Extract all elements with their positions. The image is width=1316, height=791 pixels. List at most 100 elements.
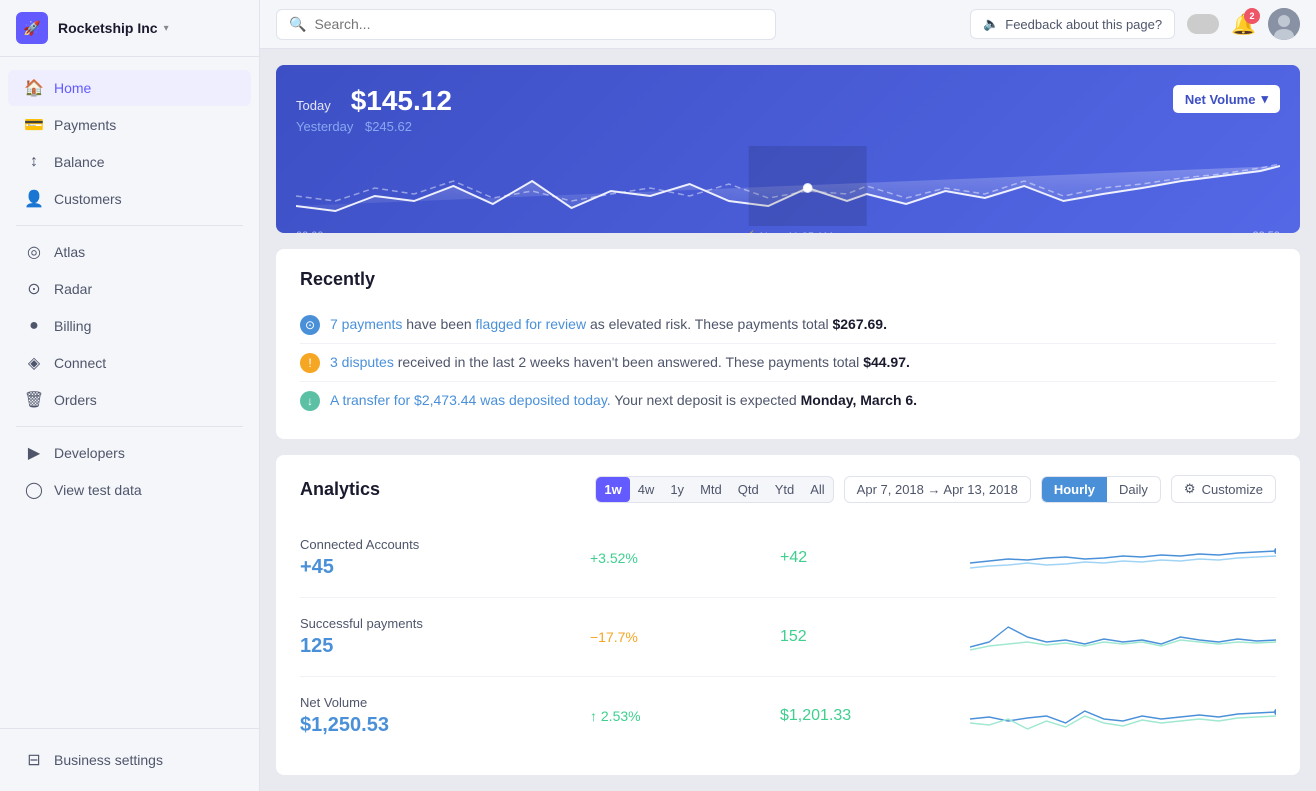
recently-card: Recently ⊙ 7 payments have been flagged …: [276, 249, 1300, 439]
chart-yesterday-label: Yesterday: [296, 119, 353, 134]
metric-info: Successful payments 125: [300, 616, 580, 658]
metric-info: Connected Accounts +45: [300, 537, 580, 579]
theme-toggle[interactable]: [1187, 14, 1219, 34]
metric-value: 125: [300, 635, 580, 658]
sidebar-item-billing[interactable]: ● Billing: [8, 308, 251, 344]
metric-prev: 152: [780, 628, 960, 646]
recently-item-disputes: ! 3 disputes received in the last 2 week…: [300, 343, 1276, 381]
home-icon: 🏠: [24, 78, 44, 98]
content-area: Today $145.12 Yesterday $245.62 Net Volu…: [260, 49, 1316, 791]
sidebar-item-label: Connect: [54, 355, 106, 371]
metric-label: Connected Accounts: [300, 537, 580, 552]
disputes-link[interactable]: 3 disputes: [330, 354, 394, 370]
period-all-button[interactable]: All: [802, 477, 832, 502]
sidebar-item-label: Billing: [54, 318, 91, 334]
recently-item-text: 7 payments have been flagged for review …: [330, 314, 887, 335]
customize-button[interactable]: ⚙ Customize: [1171, 475, 1276, 503]
transfer-icon: ↓: [300, 391, 320, 411]
sidebar-item-label: Home: [54, 80, 91, 96]
hourly-button[interactable]: Hourly: [1042, 477, 1107, 502]
chart-times: 00:00 ⚡ Now, 11:35 AM 23:59: [296, 230, 1280, 233]
date-range-label: Apr 7, 2018 → Apr 13, 2018: [857, 482, 1018, 497]
sidebar-item-home[interactable]: 🏠 Home: [8, 70, 251, 106]
search-box[interactable]: 🔍: [276, 9, 776, 40]
main-content: 🔍 🔈 Feedback about this page? 🔔 2: [260, 0, 1316, 791]
flagged-review-link[interactable]: flagged for review: [476, 316, 587, 332]
payments-link[interactable]: 7 payments: [330, 316, 402, 332]
payments-flagged-icon: ⊙: [300, 315, 320, 335]
period-ytd-button[interactable]: Ytd: [767, 477, 803, 502]
daily-button[interactable]: Daily: [1107, 477, 1160, 502]
recently-item-text: 3 disputes received in the last 2 weeks …: [330, 352, 910, 373]
sidebar-item-label: Radar: [54, 281, 92, 297]
chart-today-amount: $145.12: [351, 85, 452, 117]
sidebar-item-orders[interactable]: 🗑 Orders: [8, 382, 251, 418]
recently-item-payments: ⊙ 7 payments have been flagged for revie…: [300, 306, 1276, 343]
payments-chart-svg: [970, 612, 1276, 662]
sidebar-item-balance[interactable]: ↕ Balance: [8, 144, 251, 180]
customers-icon: 👤: [24, 189, 44, 209]
metric-label: Net Volume: [300, 695, 580, 710]
sidebar-item-view-test[interactable]: ◯ View test data: [8, 472, 251, 508]
sidebar-item-label: Balance: [54, 154, 105, 170]
sidebar-item-label: Atlas: [54, 244, 85, 260]
period-1y-button[interactable]: 1y: [662, 477, 692, 502]
topbar-right: 🔈 Feedback about this page? 🔔 2: [970, 8, 1300, 40]
sidebar-bottom: ⊟ Business settings: [0, 728, 259, 791]
sidebar-item-customers[interactable]: 👤 Customers: [8, 181, 251, 217]
chart-yesterday-amount: $245.62: [365, 119, 412, 134]
metric-row-connected: Connected Accounts +45 +3.52% +42: [300, 519, 1276, 598]
recently-item-text: A transfer for $2,473.44 was deposited t…: [330, 390, 917, 411]
chart-time-start: 00:00: [296, 230, 324, 233]
chart-time-now: ⚡ Now, 11:35 AM: [743, 230, 833, 233]
sidebar-item-atlas[interactable]: ◎ Atlas: [8, 234, 251, 270]
atlas-icon: ◎: [24, 242, 44, 262]
sidebar-item-business[interactable]: ⊟ Business settings: [8, 742, 251, 778]
feedback-label: Feedback about this page?: [1005, 17, 1162, 32]
chart-time-end: 23:59: [1252, 230, 1280, 233]
sidebar-item-label: Orders: [54, 392, 97, 408]
sidebar-nav: 🏠 Home 💳 Payments ↕ Balance 👤 Customers …: [0, 57, 259, 728]
sidebar-item-label: View test data: [54, 482, 142, 498]
feedback-button[interactable]: 🔈 Feedback about this page?: [970, 9, 1175, 39]
sidebar-item-developers[interactable]: ▶ Developers: [8, 435, 251, 471]
transfer-link[interactable]: A transfer for $2,473.44 was deposited t…: [330, 392, 611, 408]
net-volume-button[interactable]: Net Volume ▾: [1173, 85, 1280, 113]
chart-header: Today $145.12 Yesterday $245.62 Net Volu…: [296, 85, 1280, 134]
search-icon: 🔍: [289, 16, 306, 33]
search-input[interactable]: [314, 16, 763, 32]
hourly-daily-toggle: Hourly Daily: [1041, 476, 1161, 503]
revenue-chart-svg: [296, 146, 1280, 226]
analytics-controls: 1w 4w 1y Mtd Qtd Ytd All Apr 7, 2018 → A…: [595, 475, 1276, 503]
payments-icon: 💳: [24, 115, 44, 135]
sidebar-item-radar[interactable]: ⊙ Radar: [8, 271, 251, 307]
toggle-icon: ◯: [24, 480, 44, 500]
metric-change: −17.7%: [590, 629, 770, 645]
avatar[interactable]: [1268, 8, 1300, 40]
period-1w-button[interactable]: 1w: [596, 477, 629, 502]
orders-icon: 🗑: [24, 390, 44, 410]
notifications-button[interactable]: 🔔 2: [1231, 12, 1256, 37]
business-icon: ⊟: [24, 750, 44, 770]
balance-icon: ↕: [24, 152, 44, 172]
period-qtd-button[interactable]: Qtd: [730, 477, 767, 502]
metric-chart-payments: [970, 612, 1276, 662]
sidebar-item-label: Customers: [54, 191, 122, 207]
metric-label: Successful payments: [300, 616, 580, 631]
notifications-badge: 2: [1244, 8, 1260, 24]
company-logo: 🚀: [16, 12, 48, 44]
metric-change: +3.52%: [590, 550, 770, 566]
period-selector: 1w 4w 1y Mtd Qtd Ytd All: [595, 476, 833, 503]
recently-item-transfer: ↓ A transfer for $2,473.44 was deposited…: [300, 381, 1276, 419]
topbar: 🔍 🔈 Feedback about this page? 🔔 2: [260, 0, 1316, 49]
date-range-selector[interactable]: Apr 7, 2018 → Apr 13, 2018: [844, 476, 1031, 503]
sidebar-item-connect[interactable]: ◈ Connect: [8, 345, 251, 381]
chart-today-label: Today: [296, 98, 331, 113]
period-4w-button[interactable]: 4w: [630, 477, 663, 502]
connect-icon: ◈: [24, 353, 44, 373]
radar-icon: ⊙: [24, 279, 44, 299]
sidebar-item-payments[interactable]: 💳 Payments: [8, 107, 251, 143]
period-mtd-button[interactable]: Mtd: [692, 477, 730, 502]
sidebar: 🚀 Rocketship Inc ▾ 🏠 Home 💳 Payments ↕ B…: [0, 0, 260, 791]
sidebar-item-label: Developers: [54, 445, 125, 461]
